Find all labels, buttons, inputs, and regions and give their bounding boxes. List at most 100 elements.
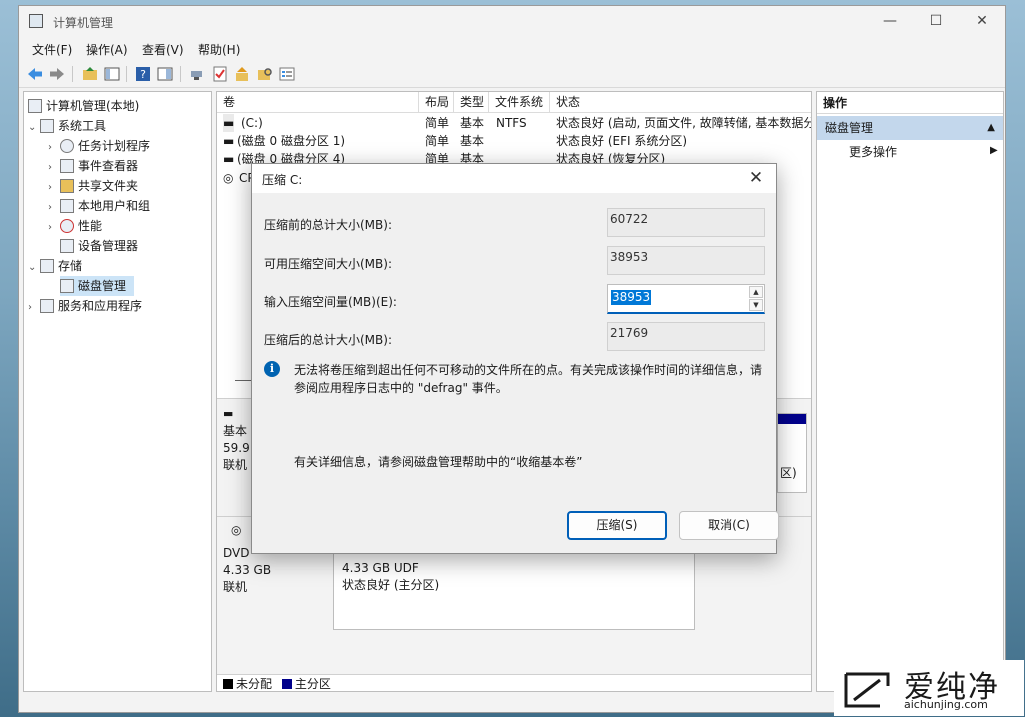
volume-name: (C:): [241, 116, 263, 130]
column-layout[interactable]: 布局: [419, 92, 454, 112]
shrink-button[interactable]: 压缩(S): [567, 511, 667, 540]
chevron-right-icon[interactable]: ›: [48, 158, 60, 178]
shrink-amount-input[interactable]: 38953 ▲ ▼: [607, 284, 765, 314]
toolbar-separator: [72, 66, 73, 82]
show-hide-tree-icon[interactable]: [103, 65, 121, 83]
properties-pane-icon[interactable]: [156, 65, 174, 83]
tree-item-performance[interactable]: › 性能: [48, 216, 102, 236]
chevron-down-icon[interactable]: ⌄: [28, 258, 40, 278]
help-icon[interactable]: ?: [134, 65, 152, 83]
info-message: 无法将卷压缩到超出任何不可移动的文件所在的点。有关完成该操作时间的详细信息，请参…: [294, 363, 763, 395]
tree-item-computer-management[interactable]: 计算机管理(本地): [28, 96, 139, 116]
menu-bar: 文件(F) 操作(A) 查看(V) 帮助(H): [19, 38, 1005, 60]
dvd-partition-info: 4.33 GB UDF 状态良好 (主分区): [342, 560, 439, 594]
table-row[interactable]: ▬ (磁盘 0 磁盘分区 1) 简单 基本 状态良好 (EFI 系统分区): [217, 132, 811, 150]
submenu-arrow-icon[interactable]: ▶: [990, 145, 998, 156]
volume-status: 状态良好 (启动, 页面文件, 故障转储, 基本数据分: [556, 116, 812, 130]
services-icon: [40, 299, 54, 313]
menu-action[interactable]: 操作(A): [86, 41, 128, 58]
tree-item-label: 事件查看器: [78, 159, 139, 173]
dialog-title: 压缩 C:: [262, 173, 303, 187]
forward-arrow-icon[interactable]: [48, 65, 66, 83]
back-arrow-icon[interactable]: [26, 65, 44, 83]
actions-disk-management[interactable]: 磁盘管理 ▲: [817, 116, 1003, 140]
tree-item-disk-management[interactable]: 磁盘管理: [60, 276, 135, 296]
tree-item-label: 系统工具: [58, 119, 107, 133]
volume-layout: 简单: [425, 134, 450, 148]
connect-icon[interactable]: [188, 65, 206, 83]
chevron-right-icon[interactable]: ›: [28, 298, 40, 318]
dialog-close-button[interactable]: ✕: [744, 167, 768, 189]
tree-item-system-tools[interactable]: ⌄ 系统工具: [28, 116, 106, 136]
disk0-info[interactable]: 基本 59.9 联机: [223, 423, 250, 474]
column-status[interactable]: 状态: [550, 92, 811, 112]
export-icon[interactable]: [233, 65, 251, 83]
column-file-system[interactable]: 文件系统: [489, 92, 550, 112]
info-icon: i: [264, 361, 280, 377]
close-button[interactable]: ✕: [959, 6, 1005, 36]
disk0-size: 59.9: [223, 441, 250, 455]
minimize-button[interactable]: —: [867, 6, 913, 36]
volume-name: (磁盘 0 磁盘分区 1): [237, 134, 346, 148]
dvd-size: 4.33 GB: [223, 563, 272, 577]
console-tree: 计算机管理(本地) ⌄ 系统工具 › 任务计划程序 › 事件查看器 › 共享文件夹 › 本…: [23, 91, 212, 692]
primary-partition-bar: [778, 414, 806, 424]
tree-item-shared-folders[interactable]: › 共享文件夹: [48, 176, 138, 196]
check-icon[interactable]: [211, 65, 229, 83]
actions-pane: 操作 磁盘管理 ▲ 更多操作 ▶: [816, 91, 1004, 692]
tree-item-label: 存储: [58, 259, 83, 273]
volume-status: 状态良好 (EFI 系统分区): [556, 134, 688, 148]
help-reference-text: 有关详细信息，请参阅磁盘管理帮助中的“收缩基本卷”: [294, 455, 583, 469]
tools-icon: [40, 119, 54, 133]
clock-icon: [60, 139, 74, 153]
table-row[interactable]: ▬ (C:) 简单 基本 NTFS 状态良好 (启动, 页面文件, 故障转储, …: [217, 114, 811, 132]
legend-primary: 主分区: [294, 677, 331, 691]
search-folder-icon[interactable]: [256, 65, 274, 83]
users-icon: [60, 199, 74, 213]
performance-icon: [60, 219, 74, 233]
toolbar: ?: [19, 61, 1005, 88]
chevron-right-icon[interactable]: ›: [48, 178, 60, 198]
menu-view[interactable]: 查看(V): [142, 41, 184, 58]
dialog-title-bar[interactable]: 压缩 C: ✕: [252, 164, 776, 193]
column-type[interactable]: 类型: [454, 92, 489, 112]
disk0-name: 基本: [223, 424, 248, 438]
dvd-status: 联机: [223, 580, 248, 594]
collapse-arrow-icon[interactable]: ▲: [987, 116, 995, 140]
disk0-status: 联机: [223, 458, 248, 472]
toolbar-separator: [126, 66, 127, 82]
tree-item-task-scheduler[interactable]: › 任务计划程序: [48, 136, 150, 156]
maximize-button[interactable]: ☐: [913, 6, 959, 36]
more-actions[interactable]: 更多操作: [849, 143, 897, 161]
chevron-down-icon[interactable]: ⌄: [28, 118, 40, 138]
tree-item-storage[interactable]: ⌄ 存储: [28, 256, 82, 276]
cancel-button[interactable]: 取消(C): [679, 511, 779, 540]
tree-item-event-viewer[interactable]: › 事件查看器: [48, 156, 138, 176]
tree-item-device-manager[interactable]: 设备管理器: [60, 236, 138, 256]
spin-down-icon[interactable]: ▼: [749, 299, 763, 311]
tree-item-label: 共享文件夹: [78, 179, 139, 193]
column-volume[interactable]: 卷: [217, 92, 419, 112]
tree-item-services-applications[interactable]: › 服务和应用程序: [28, 296, 142, 316]
list-view-icon[interactable]: [278, 65, 296, 83]
shrink-amount-value[interactable]: 38953: [611, 290, 652, 305]
menu-file[interactable]: 文件(F): [32, 41, 72, 58]
device-manager-icon: [60, 239, 74, 253]
tree-item-label: 设备管理器: [78, 239, 139, 253]
title-bar[interactable]: 计算机管理 — ☐ ✕: [19, 6, 1005, 38]
brand-url: aichunjing.com: [904, 698, 988, 711]
drive-icon: ▬: [223, 152, 235, 166]
chevron-right-icon[interactable]: ›: [48, 218, 60, 238]
total-after-value: 21769: [607, 322, 765, 351]
tree-item-local-users-groups[interactable]: › 本地用户和组: [48, 196, 150, 216]
chevron-right-icon[interactable]: ›: [48, 138, 60, 158]
spin-up-icon[interactable]: ▲: [749, 286, 763, 298]
disk0-partition[interactable]: 区): [777, 413, 807, 493]
volume-type: 基本: [460, 116, 485, 130]
chevron-right-icon[interactable]: ›: [48, 198, 60, 218]
menu-help[interactable]: 帮助(H): [198, 41, 240, 58]
available-space-value: 38953: [607, 246, 765, 275]
up-folder-icon[interactable]: [81, 65, 99, 83]
disk-icon: ▬: [223, 407, 234, 420]
volume-file-system: NTFS: [496, 116, 527, 130]
